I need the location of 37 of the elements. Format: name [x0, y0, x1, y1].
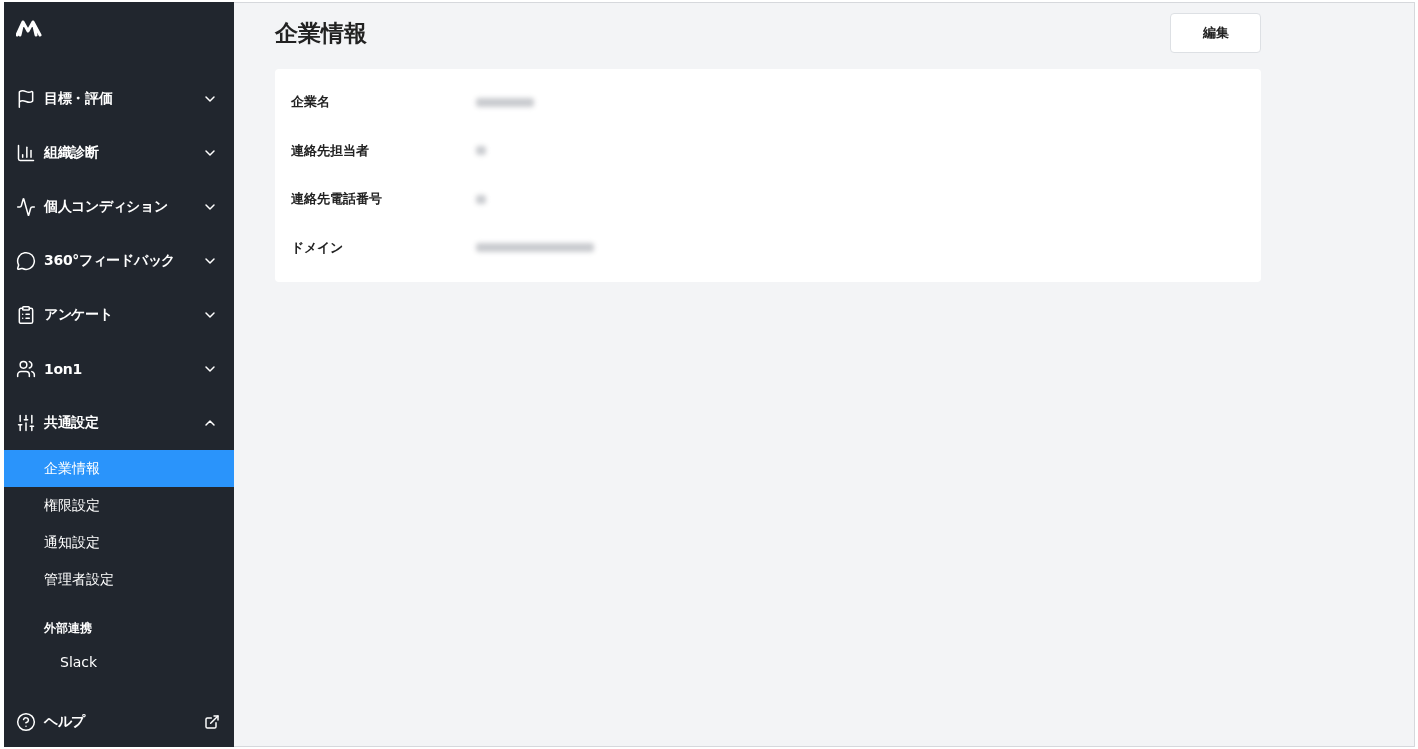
edit-button[interactable]: 編集	[1170, 13, 1261, 53]
sidebar-item-label: 360°フィードバック	[44, 252, 176, 270]
help-label: ヘルプ	[44, 713, 87, 731]
section-heading: 外部連携	[43, 620, 93, 637]
bar-chart-icon	[16, 143, 36, 163]
sidebar-item[interactable]: 目標・評価	[4, 72, 234, 126]
logo-icon	[16, 19, 42, 37]
field-label: 連絡先担当者	[291, 141, 370, 160]
clipboard-icon	[16, 305, 36, 325]
sidebar-subitem[interactable]: 管理者設定	[4, 561, 234, 598]
pulse-icon	[16, 197, 36, 217]
sidebar-item[interactable]: 1on1	[4, 342, 234, 396]
sidebar-item-label: 組織診断	[44, 144, 100, 162]
sidebar-item[interactable]: 組織診断	[4, 126, 234, 180]
sidebar-item-label: 目標・評価	[44, 90, 114, 108]
sidebar-item[interactable]: 360°フィードバック	[4, 234, 234, 288]
field-label: ドメイン	[291, 238, 344, 257]
flag-icon	[16, 89, 36, 109]
sidebar-subitem[interactable]: 権限設定	[4, 487, 234, 524]
speech-bubble-icon	[16, 251, 36, 271]
field-label: 企業名	[291, 93, 331, 112]
sidebar-item[interactable]: 個人コンディション	[4, 180, 234, 234]
sidebar-item-label: アンケート	[44, 306, 114, 324]
sliders-icon	[16, 413, 36, 433]
sidebar-item-label: 個人コンディション	[44, 198, 169, 216]
help-link[interactable]: ヘルプ	[4, 697, 234, 747]
external-link-icon	[204, 714, 220, 730]
page-title: 企業情報	[275, 18, 367, 48]
help-icon	[16, 712, 36, 732]
users-icon	[16, 359, 36, 379]
field-label: 連絡先電話番号	[291, 190, 383, 209]
sidebar-item[interactable]: アンケート	[4, 288, 234, 342]
sidebar-subitem[interactable]: Slack	[4, 643, 234, 680]
sidebar-subitem[interactable]: 通知設定	[4, 524, 234, 561]
sidebar-item-label: 1on1	[44, 361, 83, 377]
sidebar-item[interactable]: 共通設定	[4, 396, 234, 450]
sidebar-item-label: 共通設定	[44, 414, 100, 432]
